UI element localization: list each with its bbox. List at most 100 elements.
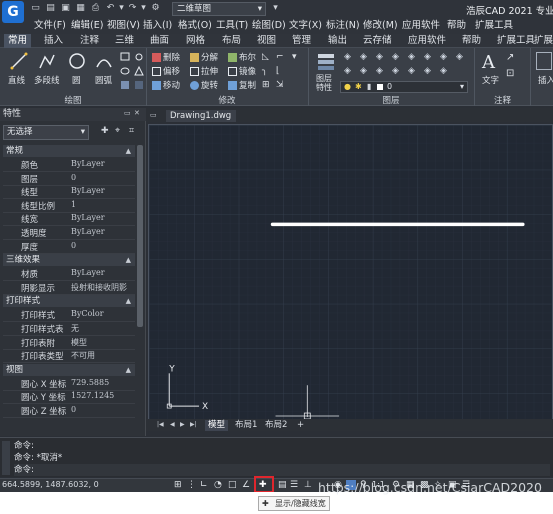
property-row[interactable]: 打印表附 模型 [3, 336, 135, 350]
layers-panel-title[interactable]: 图层 [309, 96, 473, 106]
undo-dropdown-icon[interactable]: ▾ [116, 3, 127, 14]
layer-isolate-icon[interactable]: ◈ [392, 52, 399, 62]
arc-icon[interactable] [95, 52, 113, 70]
layer-previous-icon[interactable]: ◈ [376, 52, 383, 62]
toggle-pickadd-icon[interactable]: ⌗ [129, 126, 141, 138]
trim-icon[interactable]: ◺ [262, 52, 269, 62]
property-row[interactable]: 图层 0 [3, 172, 135, 186]
property-row[interactable]: 圆心 Y 坐标 1527.1245 [3, 390, 135, 405]
rotate-button[interactable]: 旋转 [190, 80, 218, 92]
hatch-icon[interactable] [120, 80, 130, 90]
layer-delete-icon[interactable]: ◈ [376, 66, 383, 76]
tab-apps[interactable]: 应用软件 [408, 34, 446, 48]
layer-freeze-icon[interactable]: ◈ [424, 52, 431, 62]
menu-file[interactable]: 文件(F) [34, 18, 66, 34]
tab-3d[interactable]: 三维 [115, 34, 134, 48]
menu-draw[interactable]: 绘图(D) [252, 18, 286, 34]
property-row[interactable]: 材质 ByLayer [3, 267, 135, 282]
insert-block-icon[interactable] [536, 52, 552, 70]
layer-on-icon[interactable]: ◈ [408, 66, 415, 76]
property-row[interactable]: 线型比例 1 [3, 199, 135, 213]
polyline-icon[interactable] [38, 52, 56, 70]
draw-panel-title[interactable]: 绘图 [0, 96, 146, 106]
tab-ext[interactable]: 扩展 [534, 34, 553, 48]
layer-match-icon[interactable]: ◈ [360, 52, 367, 62]
grid-toggle-icon[interactable]: ⊞ [174, 480, 184, 490]
command-input[interactable]: 命令: [14, 464, 550, 476]
leader-icon[interactable]: ⊡ [506, 68, 514, 79]
rectangle-icon[interactable] [120, 52, 130, 62]
layer-merge-icon[interactable]: ◈ [360, 66, 367, 76]
tab-menu-icon[interactable]: ▭ [150, 111, 157, 119]
property-row[interactable]: 颜色 ByLayer [3, 158, 135, 172]
property-row[interactable]: 打印样式 ByColor [3, 308, 135, 323]
tab-layout2[interactable]: 布局2 [262, 420, 290, 431]
first-layout-icon[interactable]: |◀ [157, 421, 164, 428]
move-button[interactable]: 移动 [152, 80, 180, 92]
selection-select[interactable]: 无选择 ▾ [3, 125, 89, 140]
copy-button[interactable]: 复制 [228, 80, 256, 92]
document-tab[interactable]: Drawing1.dwg [166, 110, 236, 122]
chamfer-icon[interactable]: ⌊ [276, 66, 280, 76]
tab-output[interactable]: 输出 [328, 34, 347, 48]
quick-access-dropdown-icon[interactable]: ▾ [270, 3, 281, 14]
transparency-toggle-icon[interactable]: ▤ [278, 480, 288, 490]
menu-insert[interactable]: 插入(I) [143, 18, 172, 34]
property-section[interactable]: 常规 ▲ [3, 145, 135, 157]
menu-tools[interactable]: 工具(T) [216, 18, 248, 34]
redo-icon[interactable]: ↷ [127, 3, 138, 14]
menu-format[interactable]: 格式(O) [178, 18, 212, 34]
save-as-icon[interactable]: ▦ [75, 3, 86, 14]
menu-view[interactable]: 视图(V) [107, 18, 140, 34]
workspace-select[interactable]: 二维草图 ▾ [172, 2, 266, 16]
property-row[interactable]: 圆心 Z 坐标 0 [3, 404, 135, 418]
menu-ext-tools[interactable]: 扩展工具 [475, 18, 513, 34]
app-logo-icon[interactable]: G [2, 1, 24, 23]
modify-panel-title[interactable]: 修改 [147, 96, 307, 106]
drawing-canvas[interactable]: Y X [148, 124, 553, 420]
tab-mesh[interactable]: 网格 [186, 34, 205, 48]
prev-layout-icon[interactable]: ◀ [170, 421, 175, 428]
last-layout-icon[interactable]: ▶| [190, 421, 197, 428]
property-row[interactable]: 厚度 0 [3, 240, 135, 254]
annotation-panel-title[interactable]: 注释 [475, 96, 530, 106]
layer-thaw-icon[interactable]: ◈ [392, 66, 399, 76]
property-section[interactable]: 视图 ▲ [3, 363, 135, 376]
layer-unisolate-icon[interactable]: ◈ [408, 52, 415, 62]
property-row[interactable]: 打印表类型 不可用 [3, 349, 135, 364]
otrack-toggle-icon[interactable]: ∠ [242, 480, 252, 490]
tab-cloud[interactable]: 云存储 [363, 34, 392, 48]
tab-model[interactable]: 模型 [205, 420, 229, 431]
add-layout-button[interactable]: + [294, 420, 307, 431]
property-row[interactable]: 打印样式表无 [3, 322, 135, 336]
ellipse-icon[interactable] [120, 66, 130, 76]
command-grip[interactable] [2, 441, 10, 475]
ortho-toggle-icon[interactable]: ∟ [200, 480, 210, 490]
menu-apps[interactable]: 应用软件 [402, 18, 440, 34]
layer-state-icon[interactable]: ◈ [344, 52, 351, 62]
save-icon[interactable]: ▣ [60, 3, 71, 14]
text-icon[interactable]: A [482, 52, 495, 73]
array-icon[interactable]: ⊞ [262, 80, 270, 90]
property-row[interactable]: 线宽 ByLayer [3, 212, 135, 227]
explode-button[interactable]: 分解 [190, 52, 218, 64]
scale-icon[interactable]: ⇲ [276, 80, 284, 90]
menu-edit[interactable]: 编辑(E) [71, 18, 103, 34]
line-icon[interactable] [10, 52, 28, 70]
select-objects-icon[interactable]: ⌖ [115, 126, 127, 138]
osnap-toggle-icon[interactable]: □ [228, 480, 238, 490]
boolean-button[interactable]: 布尔 [228, 52, 256, 64]
layer-lock-icon[interactable]: ◈ [456, 52, 463, 62]
extend-icon[interactable]: ⌐ [276, 52, 284, 62]
menu-dimension[interactable]: 标注(N) [326, 18, 360, 34]
coordinate-readout[interactable]: 664.5899, 1487.6032, 0 [2, 480, 99, 489]
gradient-icon[interactable] [134, 80, 144, 90]
redo-dropdown-icon[interactable]: ▾ [138, 3, 149, 14]
menu-help[interactable]: 帮助 [447, 18, 466, 34]
layer-properties-icon[interactable] [316, 52, 338, 72]
tab-manage[interactable]: 管理 [292, 34, 311, 48]
properties-scrollbar[interactable] [137, 145, 143, 327]
tab-ext-tools[interactable]: 扩展工具 [497, 34, 535, 48]
offset-button[interactable]: 偏移 [152, 66, 180, 78]
tab-surface[interactable]: 曲面 [150, 34, 169, 48]
